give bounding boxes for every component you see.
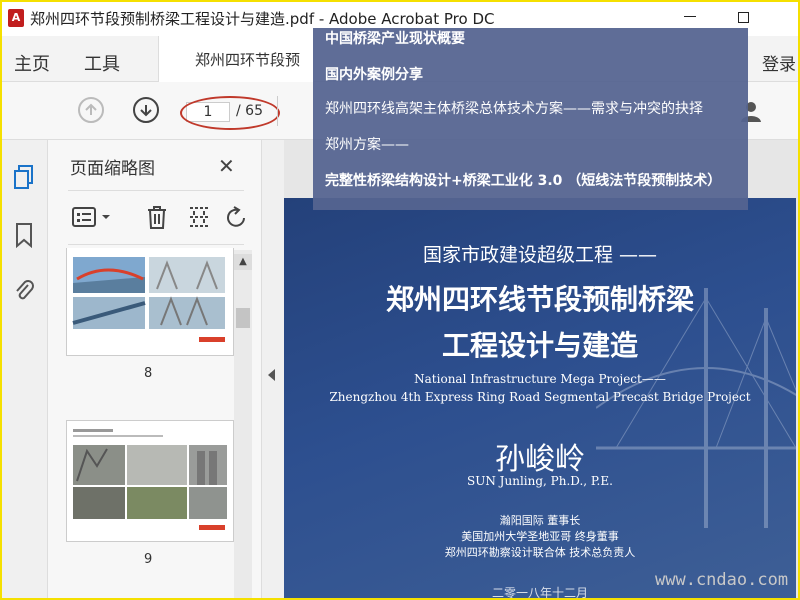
slide-role: 美国加州大学圣地亚哥 终身董事 bbox=[461, 530, 619, 543]
slide-role: 郑州四环勘察设计联合体 技术总负责人 bbox=[444, 546, 636, 559]
slide-title-line-1: 郑州四环线节段预制桥梁 bbox=[385, 283, 694, 316]
popup-line: 完整性桥梁结构设计+桥梁工业化 3.0 （短线法节段预制技术） bbox=[325, 173, 722, 189]
thumbnail-page-9[interactable] bbox=[66, 420, 234, 542]
attachment-icon[interactable] bbox=[12, 278, 36, 304]
document-tab[interactable]: 郑州四环节段预 bbox=[158, 36, 314, 82]
insert-page-icon[interactable] bbox=[186, 204, 212, 230]
rotate-icon[interactable] bbox=[224, 204, 250, 230]
slide-english-line-2: Zhengzhou 4th Express Ring Road Segmenta… bbox=[329, 390, 751, 404]
thumbnail-page-number: 9 bbox=[144, 552, 153, 567]
slide-page: 国家市政建设超级工程 —— 郑州四环线节段预制桥梁 工程设计与建造 Nation… bbox=[284, 198, 796, 600]
page-thumbnails-icon[interactable] bbox=[12, 164, 36, 190]
menu-home[interactable]: 主页 bbox=[14, 50, 50, 76]
acrobat-icon: A bbox=[8, 9, 24, 27]
thumbnail-image bbox=[73, 429, 227, 530]
arrow-down-icon bbox=[140, 105, 152, 117]
toolbar-divider bbox=[277, 96, 278, 126]
slide-title-line-2: 工程设计与建造 bbox=[441, 329, 638, 362]
watermark: www.cndao.com bbox=[655, 570, 789, 590]
collapse-arrow-icon bbox=[268, 369, 275, 381]
maximize-button[interactable] bbox=[738, 12, 749, 23]
previous-page-button[interactable] bbox=[78, 97, 104, 123]
panel-title: 页面缩略图 bbox=[70, 159, 155, 179]
thumbnail-page-number: 8 bbox=[144, 366, 153, 381]
panel-toolbar bbox=[48, 198, 262, 238]
page-annotation-circle bbox=[180, 96, 280, 130]
thumbnail-image bbox=[72, 257, 225, 342]
menu-tools[interactable]: 工具 bbox=[84, 50, 120, 76]
navigation-rail bbox=[0, 140, 48, 600]
panel-divider bbox=[68, 190, 244, 191]
outline-popup: 中国桥梁产业现状概要 国内外案例分享 郑州四环线高架主体桥梁总体技术方案——需求… bbox=[313, 28, 748, 210]
next-page-button[interactable] bbox=[133, 97, 159, 123]
popup-line: 国内外案例分享 bbox=[325, 67, 423, 83]
trash-icon[interactable] bbox=[144, 204, 170, 230]
minimize-button[interactable] bbox=[682, 8, 698, 24]
close-icon[interactable]: ✕ bbox=[218, 154, 235, 178]
slide-role: 瀚阳国际 董事长 bbox=[499, 514, 581, 527]
thumbnail-list: 8 9 bbox=[48, 248, 234, 600]
popup-line: 郑州四环线高架主体桥梁总体技术方案——需求与冲突的抉择 bbox=[325, 101, 703, 117]
thumbnail-page-8[interactable] bbox=[66, 248, 234, 356]
scroll-thumb[interactable] bbox=[236, 308, 250, 328]
popup-line: 中国桥梁产业现状概要 bbox=[325, 31, 465, 47]
slide-english-line-1: National Infrastructure Mega Project—— bbox=[414, 372, 666, 386]
slide-author: 孙峻岭 bbox=[495, 442, 585, 477]
arrow-up-icon bbox=[85, 103, 97, 115]
popup-line: 郑州方案—— bbox=[325, 137, 409, 153]
window-title: 郑州四环节段预制桥梁工程设计与建造.pdf - Adobe Acrobat Pr… bbox=[30, 9, 495, 28]
panel-collapse-handle[interactable] bbox=[262, 140, 284, 600]
slide-subtitle: 国家市政建设超级工程 —— bbox=[422, 244, 658, 266]
options-menu-icon[interactable] bbox=[72, 204, 112, 230]
slide-author-english: SUN Junling, Ph.D., P.E. bbox=[467, 474, 613, 488]
thumbnails-panel: 页面缩略图 ✕ 8 9 ▲ bbox=[48, 140, 262, 600]
document-tab-label: 郑州四环节段预 bbox=[195, 51, 301, 69]
scroll-up-icon[interactable]: ▲ bbox=[234, 254, 252, 270]
bookmark-icon[interactable] bbox=[12, 222, 36, 248]
login-button[interactable]: 登录 bbox=[762, 50, 796, 75]
panel-divider bbox=[68, 244, 244, 245]
thumbnail-scrollbar[interactable]: ▲ bbox=[234, 250, 252, 600]
